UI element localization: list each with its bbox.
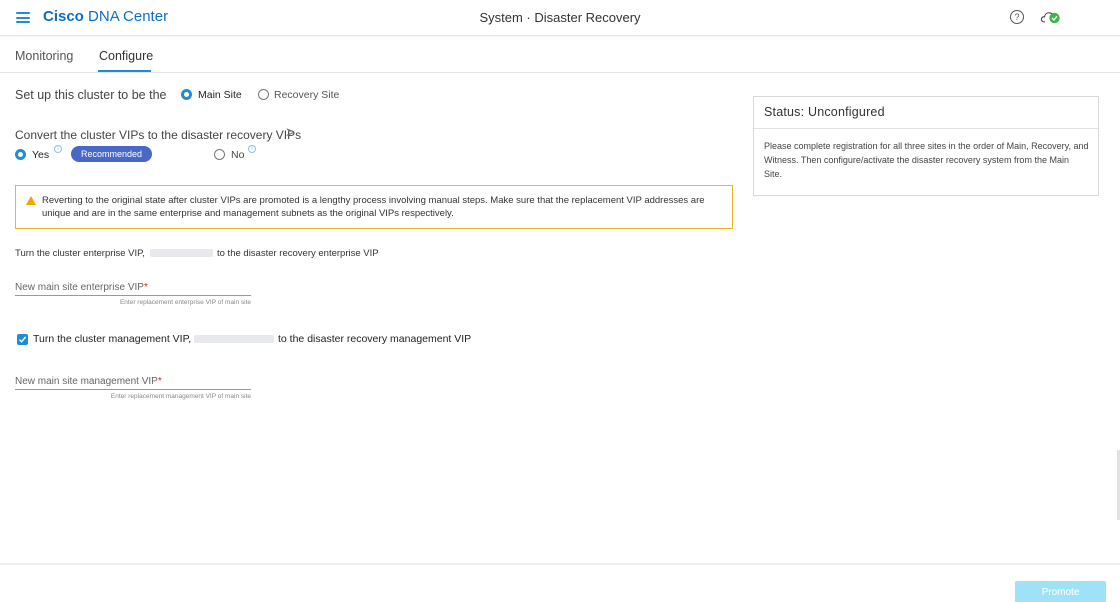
tab-bar: Monitoring Configure	[0, 38, 1120, 73]
warning-icon	[26, 196, 36, 205]
top-header: Cisco DNA Center System · Disaster Recov…	[0, 0, 1120, 36]
no-radio[interactable]	[214, 149, 225, 160]
redacted-enterprise-vip	[150, 249, 213, 257]
status-divider	[754, 128, 1098, 129]
recommended-badge: Recommended	[71, 146, 152, 162]
info-icon[interactable]: i	[248, 145, 256, 153]
enterprise-vip-suffix: to the disaster recovery enterprise VIP	[217, 248, 379, 259]
status-title: Status: Unconfigured	[764, 105, 885, 119]
management-vip-suffix: to the disaster recovery management VIP	[278, 333, 472, 345]
status-body: Please complete registration for all thr…	[764, 141, 1089, 179]
management-vip-prefix: Turn the cluster management VIP,	[33, 333, 192, 345]
yes-label[interactable]: Yes	[32, 149, 49, 161]
management-vip-input[interactable]	[15, 370, 251, 389]
tab-configure[interactable]: Configure	[99, 49, 153, 63]
enterprise-vip-field[interactable]: New main site enterprise VIP*	[15, 276, 251, 296]
chevron-right-icon[interactable]: >	[286, 124, 295, 141]
enterprise-vip-prefix: Turn the cluster enterprise VIP,	[15, 248, 145, 259]
yes-radio[interactable]	[15, 149, 26, 160]
warning-banner: Reverting to the original state after cl…	[15, 185, 733, 229]
enterprise-vip-helper: Enter replacement enterprise VIP of main…	[119, 299, 251, 306]
main-site-radio[interactable]	[181, 89, 192, 100]
management-vip-helper: Enter replacement management VIP of main…	[110, 393, 251, 400]
help-icon[interactable]: ?	[1010, 10, 1024, 24]
page-title: System · Disaster Recovery	[479, 10, 641, 25]
main-site-label[interactable]: Main Site	[198, 89, 242, 101]
redacted-management-vip	[194, 335, 274, 343]
active-tab-indicator	[98, 70, 151, 72]
recovery-site-radio[interactable]	[258, 89, 269, 100]
promote-button[interactable]: Promote	[1015, 581, 1106, 602]
management-vip-checkbox[interactable]	[17, 334, 28, 345]
convert-vips-label: Convert the cluster VIPs to the disaster…	[15, 128, 302, 142]
checkmark-icon	[19, 336, 27, 343]
warning-text: Reverting to the original state after cl…	[42, 195, 705, 219]
management-vip-field[interactable]: New main site management VIP*	[15, 370, 251, 390]
cloud-status-icon[interactable]	[1040, 9, 1062, 25]
tab-monitoring[interactable]: Monitoring	[15, 49, 73, 63]
recovery-site-label[interactable]: Recovery Site	[274, 89, 339, 101]
no-label[interactable]: No	[231, 149, 244, 161]
footer-divider	[0, 563, 1120, 565]
status-panel: Status: Unconfigured Please complete reg…	[753, 96, 1099, 196]
setup-cluster-label: Set up this cluster to be the	[15, 88, 167, 102]
enterprise-vip-input[interactable]	[15, 276, 251, 295]
info-icon[interactable]: i	[54, 145, 62, 153]
